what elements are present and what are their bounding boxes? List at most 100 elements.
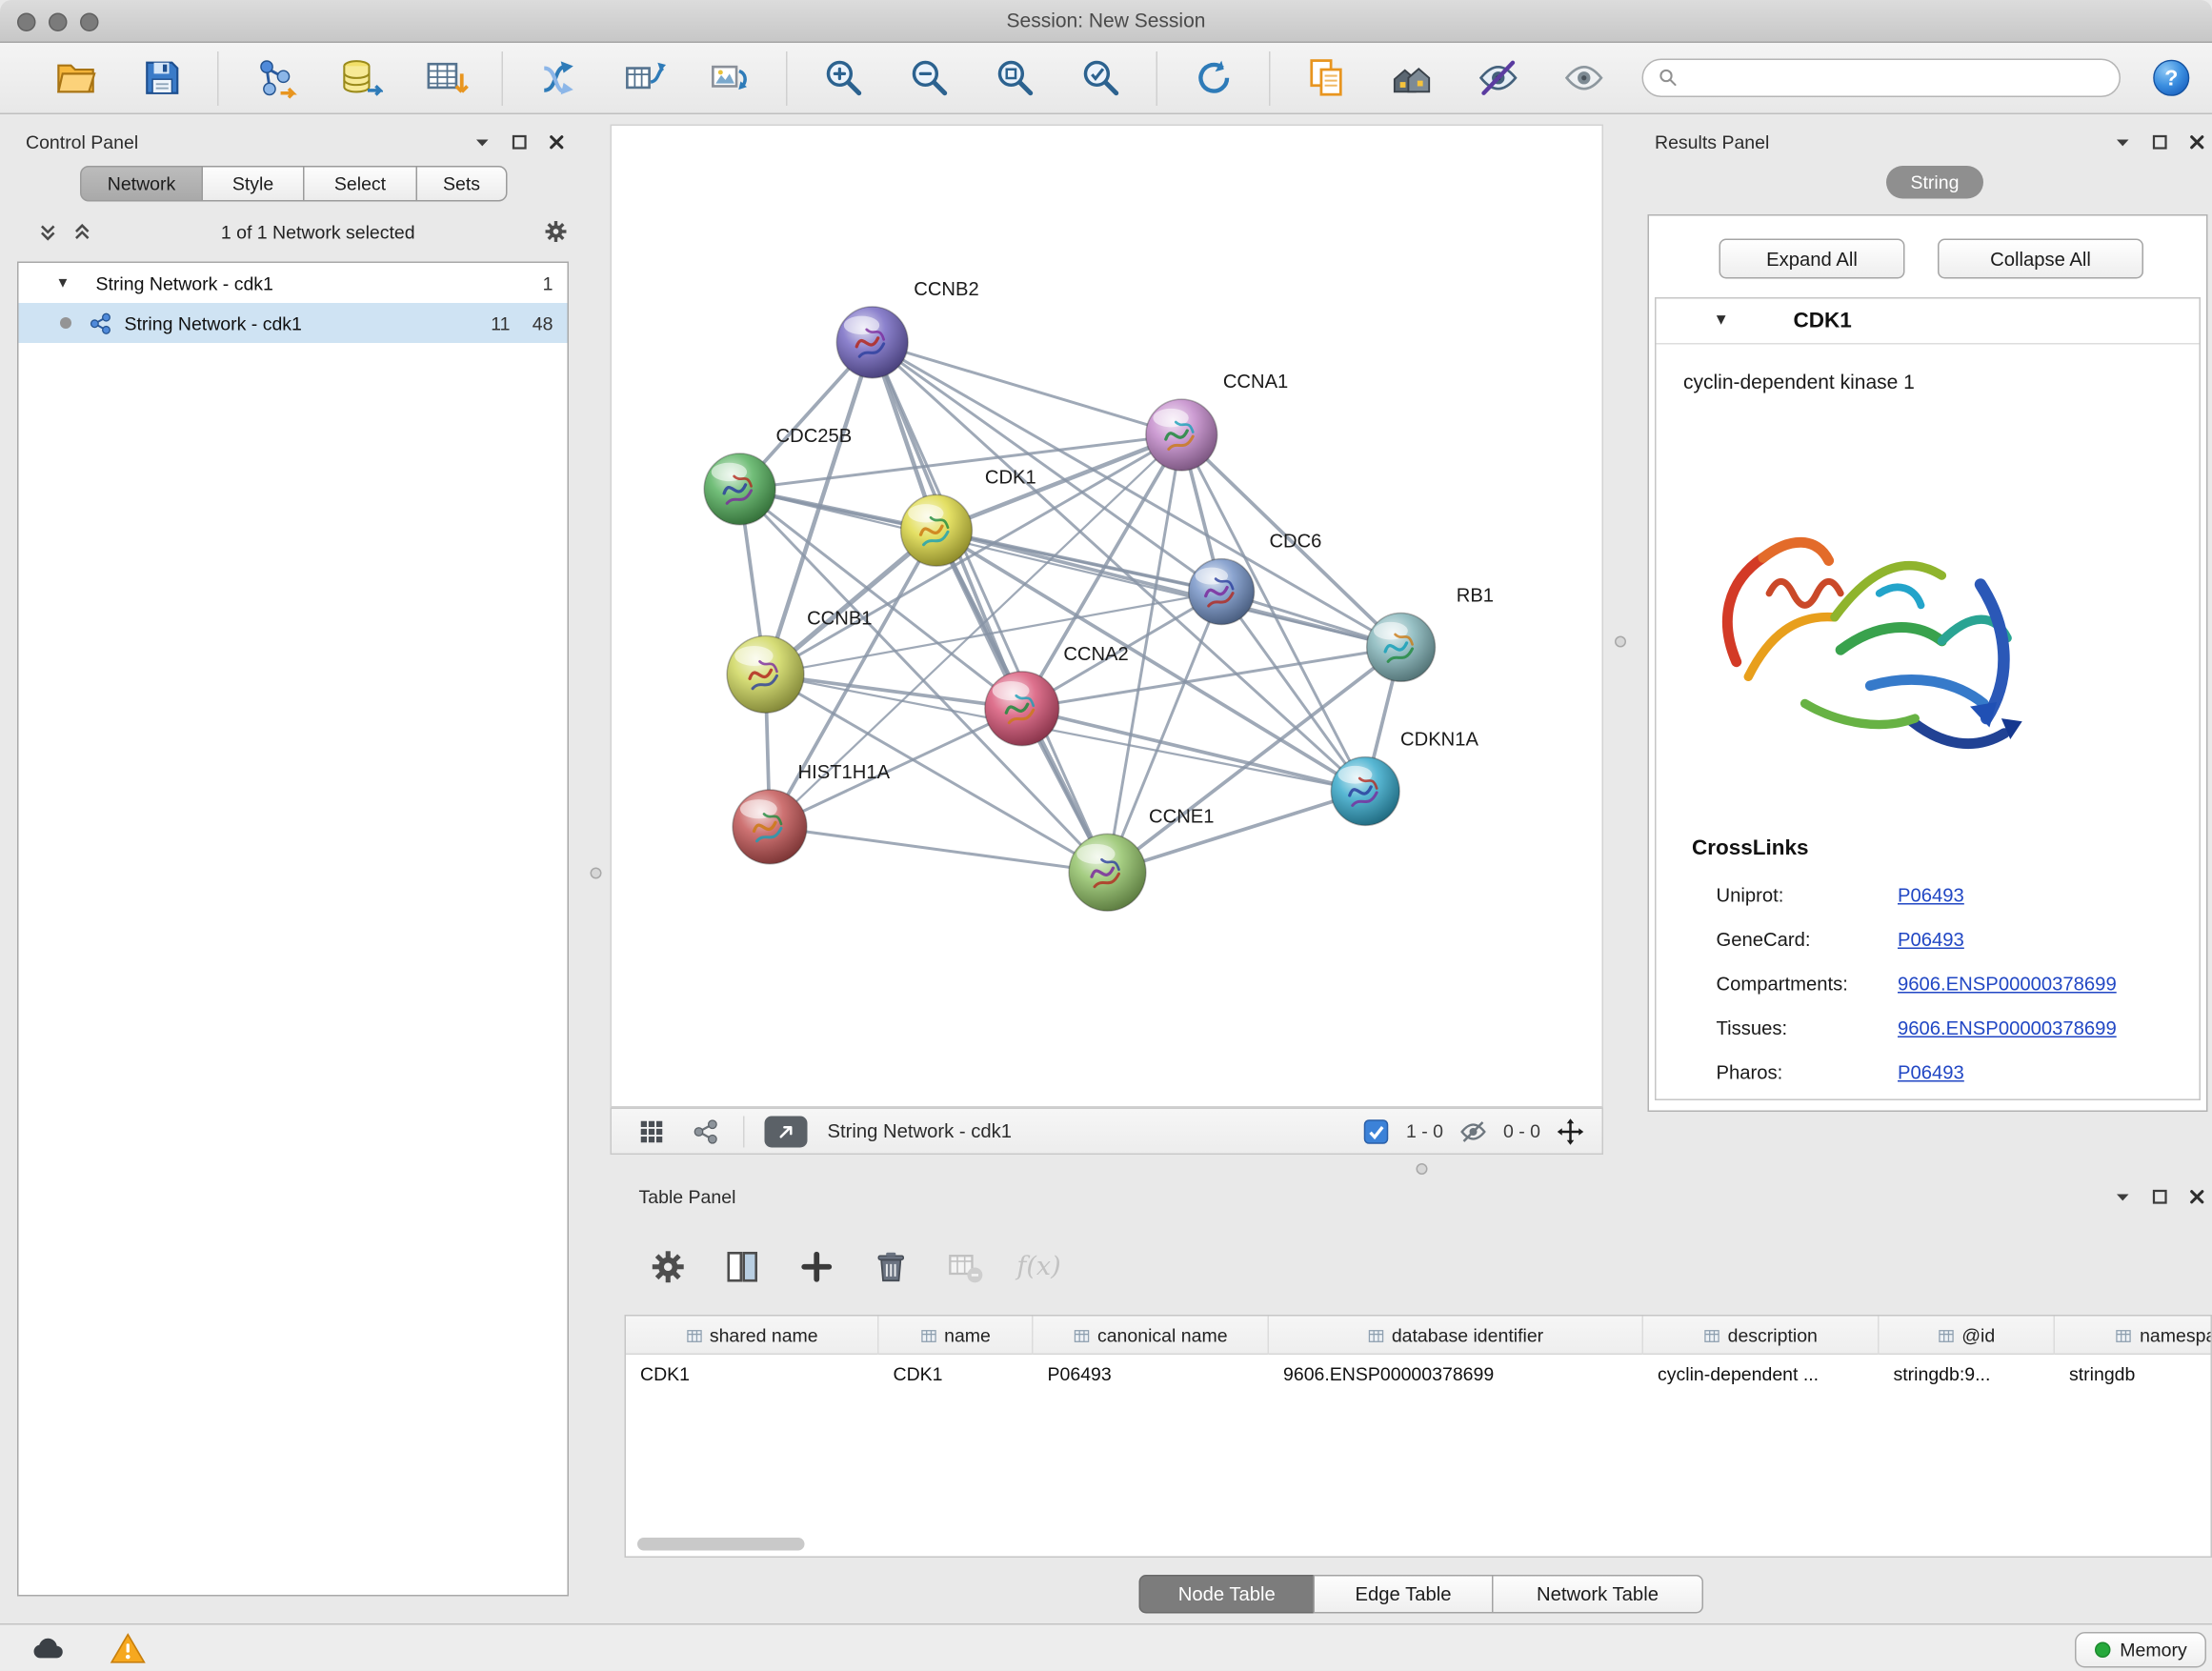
network-edge-CCNB2-CDKN1A[interactable] [873,342,1366,791]
column-header-namespace[interactable]: namespace [2055,1317,2212,1356]
crosslink-genecard-link[interactable]: P06493 [1898,929,1964,951]
tab-string[interactable]: String [1886,166,1983,199]
tab-node-table[interactable]: Node Table [1139,1575,1316,1614]
open-in-window-button[interactable] [765,1116,808,1147]
search-input[interactable] [1688,68,2105,90]
import-table-from-file-icon[interactable] [422,53,471,102]
zoom-in-icon[interactable] [819,53,868,102]
network-node-RB1[interactable]: RB1 [1367,586,1494,682]
warning-icon[interactable] [109,1629,148,1668]
horizontal-scrollbar-thumb[interactable] [637,1538,805,1551]
panel-close-icon[interactable] [2188,132,2207,151]
panel-float-icon[interactable] [2151,132,2170,151]
network-collection-row[interactable]: ▼ String Network - cdk1 1 [19,263,568,303]
network-edge-CCNB2-CCNE1[interactable] [873,342,1108,872]
disclosure-triangle-icon[interactable]: ▼ [56,275,76,292]
table-row[interactable]: CDK1CDK1P064939606.ENSP00000378699cyclin… [626,1355,2211,1392]
memory-button[interactable]: Memory [2075,1632,2206,1668]
panel-menu-icon[interactable] [2114,132,2133,151]
splitter-handle[interactable] [591,868,602,879]
create-column-icon[interactable] [794,1245,837,1288]
column-header-shared-name[interactable]: shared name [626,1317,879,1356]
zoom-selected-region-icon[interactable] [1076,53,1125,102]
zoom-window-button[interactable] [80,12,99,31]
network-node-HIST1H1A[interactable]: HIST1H1A [733,762,890,864]
tab-select[interactable]: Select [303,166,417,202]
network-node-CCNA1[interactable]: CCNA1 [1146,372,1288,471]
birdseye-grid-icon[interactable] [637,1117,666,1145]
crosslink-compartments-link[interactable]: 9606.ENSP00000378699 [1898,974,2117,996]
panel-float-icon[interactable] [511,132,530,151]
expand-tree-icon[interactable] [71,221,93,243]
import-network-from-file-icon[interactable] [251,53,299,102]
table-cell: 9606.ENSP00000378699 [1269,1355,1643,1392]
column-header-description[interactable]: description [1643,1317,1880,1356]
pan-move-icon[interactable] [1557,1117,1585,1145]
network-icon [89,311,113,335]
table-cell: P06493 [1034,1355,1270,1392]
search-box[interactable] [1642,59,2122,98]
function-builder-icon[interactable]: f(x) [1017,1245,1060,1288]
network-view[interactable]: CCNB2CCNA1CDC25BCDK1CDC6RB1CCNB1CCNA2CDK… [611,125,1604,1108]
panel-close-icon[interactable] [548,132,567,151]
show-all-nodes-icon[interactable] [1559,53,1608,102]
network-canvas-svg[interactable]: CCNB2CCNA1CDC25BCDK1CDC6RB1CCNB1CCNA2CDK… [612,126,1602,1106]
clone-network-icon[interactable] [620,53,669,102]
panel-float-icon[interactable] [2151,1187,2170,1206]
delete-table-icon[interactable] [943,1245,986,1288]
collapse-tree-icon[interactable] [37,221,59,243]
table-settings-gear-icon[interactable] [646,1245,689,1288]
panel-menu-icon[interactable] [2114,1187,2133,1206]
crosslink-pharos-link[interactable]: P06493 [1898,1062,1964,1084]
network-node-CCNB1[interactable]: CCNB1 [727,608,872,713]
network-edge-CCNB2-RB1[interactable] [873,342,1401,647]
apply-preferred-layout-icon[interactable] [1189,53,1237,102]
collapse-section-icon[interactable]: ▼ [1714,312,1729,329]
minimize-window-button[interactable] [49,12,68,31]
crosslink-tissues-link[interactable]: 9606.ENSP00000378699 [1898,1017,2117,1039]
column-header-name[interactable]: name [879,1317,1034,1356]
splitter-handle[interactable] [1615,636,1626,648]
expand-all-button[interactable]: Expand All [1719,239,1905,279]
network-row-selected[interactable]: String Network - cdk1 11 48 [19,303,568,343]
open-session-icon[interactable] [51,53,100,102]
help-icon[interactable]: ? [2151,57,2193,99]
tab-style[interactable]: Style [202,166,305,202]
crosslink-uniprot-link[interactable]: P06493 [1898,885,1964,907]
tab-edge-table[interactable]: Edge Table [1314,1575,1494,1614]
hide-selected-nodes-icon[interactable] [1474,53,1522,102]
zoom-out-icon[interactable] [905,53,954,102]
network-node-CDKN1A[interactable]: CDKN1A [1331,730,1478,826]
gene-section-header[interactable]: ▼ CDK1 [1657,299,2200,345]
column-header--id[interactable]: @id [1880,1317,2056,1356]
network-node-CCNE1[interactable]: CCNE1 [1069,806,1214,911]
delete-column-icon[interactable] [869,1245,912,1288]
home-icon[interactable] [1388,53,1437,102]
selected-checkbox-icon[interactable] [1361,1117,1390,1145]
network-overview-icon[interactable] [692,1117,720,1145]
column-header-database-identifier[interactable]: database identifier [1269,1317,1643,1356]
network-options-gear-icon[interactable] [543,219,569,245]
save-session-icon[interactable] [137,53,186,102]
panel-close-icon[interactable] [2188,1187,2207,1206]
splitter-handle[interactable] [1417,1163,1428,1175]
status-bar: Memory [0,1623,2212,1671]
copy-icon[interactable] [1302,53,1351,102]
network-edge-CCNB2-CCNA1[interactable] [873,342,1182,434]
hidden-eye-icon[interactable] [1458,1117,1487,1145]
tab-sets[interactable]: Sets [416,166,508,202]
show-columns-icon[interactable] [720,1245,763,1288]
close-window-button[interactable] [17,12,36,31]
column-header-canonical-name[interactable]: canonical name [1034,1317,1270,1356]
export-network-image-icon[interactable] [706,53,754,102]
import-network-from-database-icon[interactable] [336,53,385,102]
cloud-icon[interactable] [29,1629,68,1668]
zoom-fit-content-icon[interactable] [991,53,1039,102]
tab-network[interactable]: Network [80,166,203,202]
collapse-all-button[interactable]: Collapse All [1938,239,2143,279]
new-network-from-selection-icon[interactable] [534,53,583,102]
network-edge-HIST1H1A-CCNE1[interactable] [770,827,1107,873]
tab-network-table[interactable]: Network Table [1492,1575,1703,1614]
network-edge-CDKN1A-CCNE1[interactable] [1107,791,1365,872]
panel-menu-icon[interactable] [473,132,493,151]
